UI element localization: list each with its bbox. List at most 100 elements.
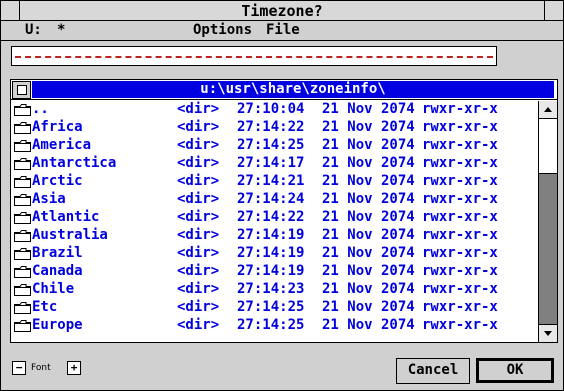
file-name: Antarctica bbox=[32, 155, 117, 171]
file-name: Chile bbox=[32, 281, 75, 297]
file-row[interactable]: America <dir> 27:14:25 21 Nov 2074 rwxr-xr-x bbox=[13, 137, 536, 155]
file-menu[interactable]: File bbox=[266, 22, 300, 38]
file-date: 21 Nov 2074 bbox=[322, 119, 415, 135]
file-time: 27:14:25 bbox=[237, 317, 305, 333]
arrow-down-icon bbox=[544, 331, 552, 336]
file-size: <dir> bbox=[177, 263, 220, 279]
file-name: Brazil bbox=[32, 245, 83, 261]
file-name: Atlantic bbox=[32, 209, 100, 225]
folder-icon bbox=[14, 230, 31, 242]
file-date: 21 Nov 2074 bbox=[322, 263, 415, 279]
file-row[interactable]: Africa <dir> 27:14:22 21 Nov 2074 rwxr-xr-x bbox=[13, 119, 536, 137]
folder-icon bbox=[14, 104, 31, 116]
file-name: America bbox=[32, 137, 92, 153]
folder-icon bbox=[14, 176, 31, 188]
file-row[interactable]: Asia <dir> 27:14:24 21 Nov 2074 rwxr-xr-x bbox=[13, 191, 536, 209]
file-time: 27:14:25 bbox=[237, 299, 305, 315]
file-attributes: rwxr-xr-x bbox=[422, 155, 498, 171]
file-time: 27:14:22 bbox=[237, 209, 305, 225]
vertical-scrollbar[interactable] bbox=[538, 101, 557, 342]
menu-bar: U: * Options File bbox=[1, 21, 563, 41]
file-selector-window: Timezone? U: * Options File u:\usr\share… bbox=[0, 0, 564, 391]
bottom-bar: − Font + Cancel OK bbox=[1, 353, 563, 390]
path-row: u:\usr\share\zoneinfo\ bbox=[11, 80, 557, 100]
file-row[interactable]: Arctic <dir> 27:14:21 21 Nov 2074 rwxr-xr-x bbox=[13, 173, 536, 191]
file-time: 27:14:19 bbox=[237, 245, 305, 261]
file-attributes: rwxr-xr-x bbox=[422, 299, 498, 315]
file-row[interactable]: Atlantic <dir> 27:14:22 21 Nov 2074 rwxr-xr-… bbox=[13, 209, 536, 227]
file-attributes: rwxr-xr-x bbox=[422, 263, 498, 279]
file-attributes: rwxr-xr-x bbox=[422, 101, 498, 117]
file-time: 27:14:23 bbox=[237, 281, 305, 297]
file-row[interactable]: Antarctica <dir> 27:14:17 21 Nov 2074 rwxr-x… bbox=[13, 155, 536, 173]
drive-menu[interactable]: U: bbox=[25, 22, 42, 38]
folder-icon bbox=[14, 266, 31, 278]
scroll-track[interactable] bbox=[539, 174, 557, 324]
file-name: Arctic bbox=[32, 173, 83, 189]
arrow-up-icon bbox=[544, 107, 552, 112]
scroll-down-arrow[interactable] bbox=[539, 324, 557, 342]
file-time: 27:14:22 bbox=[237, 119, 305, 135]
file-size: <dir> bbox=[177, 155, 220, 171]
file-attributes: rwxr-xr-x bbox=[422, 209, 498, 225]
file-size: <dir> bbox=[177, 317, 220, 333]
file-date: 21 Nov 2074 bbox=[322, 281, 415, 297]
file-time: 27:14:21 bbox=[237, 173, 305, 189]
file-date: 21 Nov 2074 bbox=[322, 155, 415, 171]
file-size: <dir> bbox=[177, 119, 220, 135]
file-row[interactable]: Canada <dir> 27:14:19 21 Nov 2074 rwxr-xr-x bbox=[13, 263, 536, 281]
file-date: 21 Nov 2074 bbox=[322, 101, 415, 117]
file-size: <dir> bbox=[177, 227, 220, 243]
parent-dir-button[interactable] bbox=[12, 81, 31, 99]
file-attributes: rwxr-xr-x bbox=[422, 281, 498, 297]
file-time: 27:14:19 bbox=[237, 263, 305, 279]
file-time: 27:14:24 bbox=[237, 191, 305, 207]
file-list[interactable]: .. <dir> 27:10:04 21 Nov 2074 rwxr-xr-x Afric… bbox=[13, 101, 536, 341]
ok-button[interactable]: OK bbox=[476, 358, 554, 383]
title-bar[interactable]: Timezone? bbox=[1, 1, 563, 21]
cancel-button[interactable]: Cancel bbox=[396, 358, 470, 384]
file-name: Canada bbox=[32, 263, 83, 279]
file-attributes: rwxr-xr-x bbox=[422, 191, 498, 207]
font-decrease-button[interactable]: − bbox=[12, 361, 26, 375]
file-size: <dir> bbox=[177, 299, 220, 315]
file-attributes: rwxr-xr-x bbox=[422, 317, 498, 333]
file-attributes: rwxr-xr-x bbox=[422, 119, 498, 135]
scroll-up-arrow[interactable] bbox=[539, 101, 557, 119]
wildcard-menu[interactable]: * bbox=[57, 22, 65, 38]
scroll-thumb[interactable] bbox=[539, 119, 557, 174]
options-menu[interactable]: Options bbox=[193, 22, 252, 38]
file-name: Africa bbox=[32, 119, 83, 135]
file-date: 21 Nov 2074 bbox=[322, 209, 415, 225]
file-row[interactable]: Chile <dir> 27:14:23 21 Nov 2074 rwxr-xr-x bbox=[13, 281, 536, 299]
file-date: 21 Nov 2074 bbox=[322, 191, 415, 207]
file-row[interactable]: .. <dir> 27:10:04 21 Nov 2074 rwxr-xr-x bbox=[13, 101, 536, 119]
filename-input[interactable] bbox=[11, 46, 497, 66]
file-name: Etc bbox=[32, 299, 58, 315]
file-time: 27:14:19 bbox=[237, 227, 305, 243]
file-size: <dir> bbox=[177, 281, 220, 297]
folder-icon bbox=[14, 194, 31, 206]
file-attributes: rwxr-xr-x bbox=[422, 227, 498, 243]
file-time: 27:14:25 bbox=[237, 137, 305, 153]
file-row[interactable]: Europe <dir> 27:14:25 21 Nov 2074 rwxr-xr-x bbox=[13, 317, 536, 335]
file-row[interactable]: Etc <dir> 27:14:25 21 Nov 2074 rwxr-xr-x bbox=[13, 299, 536, 317]
file-row[interactable]: Australia <dir> 27:14:19 21 Nov 2074 rwxr-xr… bbox=[13, 227, 536, 245]
file-size: <dir> bbox=[177, 137, 220, 153]
fuller-box[interactable] bbox=[544, 1, 563, 20]
file-date: 21 Nov 2074 bbox=[322, 137, 415, 153]
file-size: <dir> bbox=[177, 245, 220, 261]
file-name: .. bbox=[32, 101, 49, 117]
current-path[interactable]: u:\usr\share\zoneinfo\ bbox=[32, 81, 554, 98]
file-attributes: rwxr-xr-x bbox=[422, 245, 498, 261]
file-attributes: rwxr-xr-x bbox=[422, 173, 498, 189]
font-label: Font bbox=[31, 363, 51, 373]
folder-icon bbox=[14, 248, 31, 260]
file-name: Australia bbox=[32, 227, 108, 243]
font-increase-button[interactable]: + bbox=[67, 361, 81, 375]
file-date: 21 Nov 2074 bbox=[322, 299, 415, 315]
file-name: Asia bbox=[32, 191, 66, 207]
file-time: 27:14:17 bbox=[237, 155, 305, 171]
folder-icon bbox=[14, 158, 31, 170]
file-row[interactable]: Brazil <dir> 27:14:19 21 Nov 2074 rwxr-xr-x bbox=[13, 245, 536, 263]
